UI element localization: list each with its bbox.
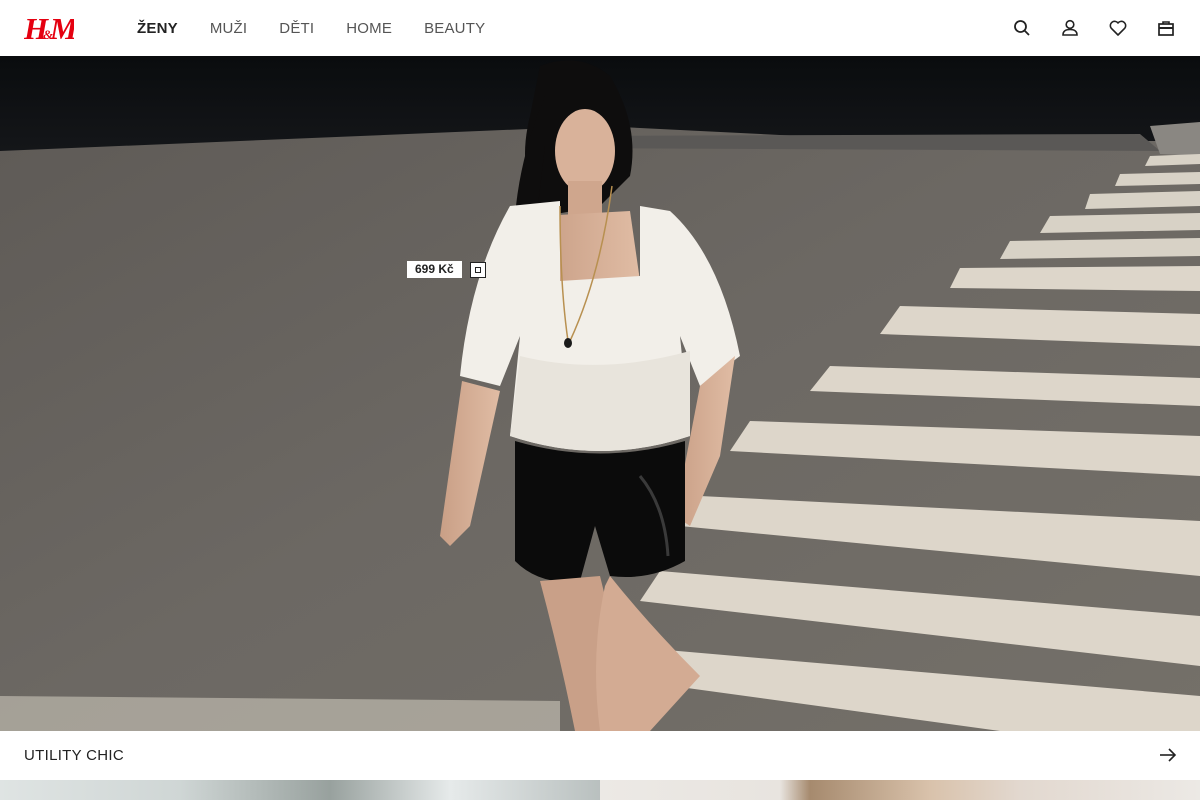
product-price-tag[interactable]: 699 Kč [407, 261, 486, 278]
search-icon[interactable] [1012, 18, 1032, 38]
price-label: 699 Kč [407, 261, 462, 278]
hero-banner[interactable]: 699 Kč [0, 56, 1200, 731]
account-icon[interactable] [1060, 18, 1080, 38]
main-nav: ŽENY MUŽI DĚTI HOME BEAUTY [137, 0, 517, 56]
campaign-title[interactable]: UTILITY CHIC [24, 747, 124, 764]
campaign-caption-bar[interactable]: UTILITY CHIC [0, 731, 1200, 780]
header-icons [1012, 0, 1176, 56]
nav-item-home[interactable]: HOME [346, 20, 392, 37]
svg-text:M: M [49, 11, 74, 45]
hero-image [0, 56, 1200, 731]
nav-item-beauty[interactable]: BEAUTY [424, 20, 485, 37]
hm-logo[interactable]: H & M [24, 11, 74, 45]
hm-logo-icon: H & M [24, 11, 74, 45]
nav-item-muzi[interactable]: MUŽI [210, 20, 247, 37]
teaser-image-left[interactable] [0, 780, 600, 800]
heart-icon[interactable] [1108, 18, 1128, 38]
bag-icon[interactable] [1156, 18, 1176, 38]
teaser-image-right[interactable] [600, 780, 1200, 800]
nav-item-zeny[interactable]: ŽENY [137, 20, 178, 37]
nav-item-deti[interactable]: DĚTI [279, 20, 314, 37]
site-header: H & M ŽENY MUŽI DĚTI HOME BEAUTY [0, 0, 1200, 56]
arrow-right-icon[interactable] [1158, 745, 1178, 765]
product-tag-icon[interactable] [469, 261, 486, 278]
